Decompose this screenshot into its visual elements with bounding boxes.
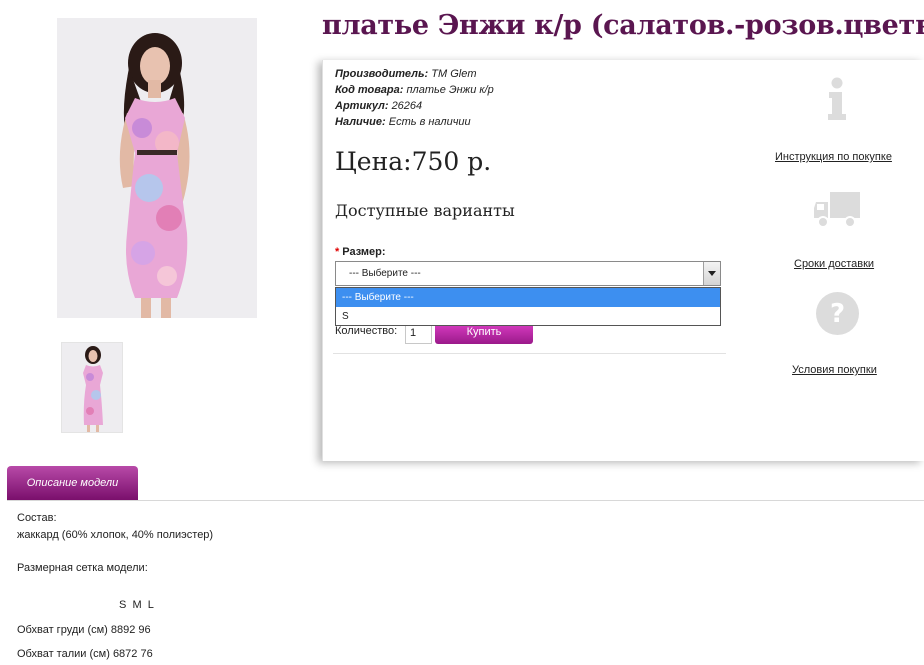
delivery-link[interactable]: Сроки доставки <box>794 258 874 270</box>
composition-value: жаккард (60% хлопок, 40% полиэстер) <box>17 529 214 541</box>
quantity-label: Количество: <box>335 325 398 337</box>
tab-divider <box>7 500 924 501</box>
product-title: платье Энжи к/р (салатов.-розов.цветы) <box>322 10 924 41</box>
variants-heading: Доступные варианты <box>335 201 515 220</box>
chevron-down-icon <box>708 271 716 276</box>
instruction-link[interactable]: Инструкция по покупке <box>775 151 892 163</box>
required-mark: * <box>335 246 340 258</box>
question-icon[interactable]: ? <box>815 291 860 336</box>
size-label: * Размер: <box>335 246 386 258</box>
size-chart-header: S M L <box>119 599 154 611</box>
size-select[interactable]: --- Выберите --- <box>335 261 721 286</box>
size-chart-row: Обхват груди (см) 8892 96 <box>17 624 151 636</box>
size-option[interactable]: --- Выберите --- <box>336 288 720 307</box>
decorative-flowers <box>485 657 615 665</box>
divider <box>333 353 726 354</box>
decorative-flowers <box>255 657 385 665</box>
size-select-value: --- Выберите --- <box>349 268 421 279</box>
product-price: Цена:750 р. <box>335 147 492 176</box>
size-chart-row: Обхват талии (см) 6872 76 <box>17 648 153 660</box>
meta-article: Артикул: 26264 <box>335 100 423 112</box>
decorative-flowers <box>705 657 835 665</box>
size-option[interactable]: S <box>336 307 720 326</box>
meta-product-code: Код товара: платье Энжи к/р <box>335 84 494 96</box>
size-select-toggle[interactable] <box>703 262 720 285</box>
size-chart-label: Размерная сетка модели: <box>17 562 148 574</box>
terms-link[interactable]: Условия покупки <box>792 364 877 376</box>
size-dropdown-list: --- Выберите --- S <box>335 287 721 326</box>
product-meta: Производитель: TM Glem Код товара: плать… <box>335 66 494 130</box>
composition-label: Состав: <box>17 512 57 524</box>
product-thumbnail[interactable] <box>61 342 123 433</box>
tab-description[interactable]: Описание модели <box>7 466 138 500</box>
meta-manufacturer: Производитель: TM Glem <box>335 68 477 80</box>
svg-text:?: ? <box>830 299 845 329</box>
product-main-image[interactable] <box>57 18 257 318</box>
info-icon[interactable] <box>823 76 853 122</box>
truck-icon[interactable] <box>814 188 862 230</box>
meta-availability: Наличие: Есть в наличии <box>335 116 471 128</box>
